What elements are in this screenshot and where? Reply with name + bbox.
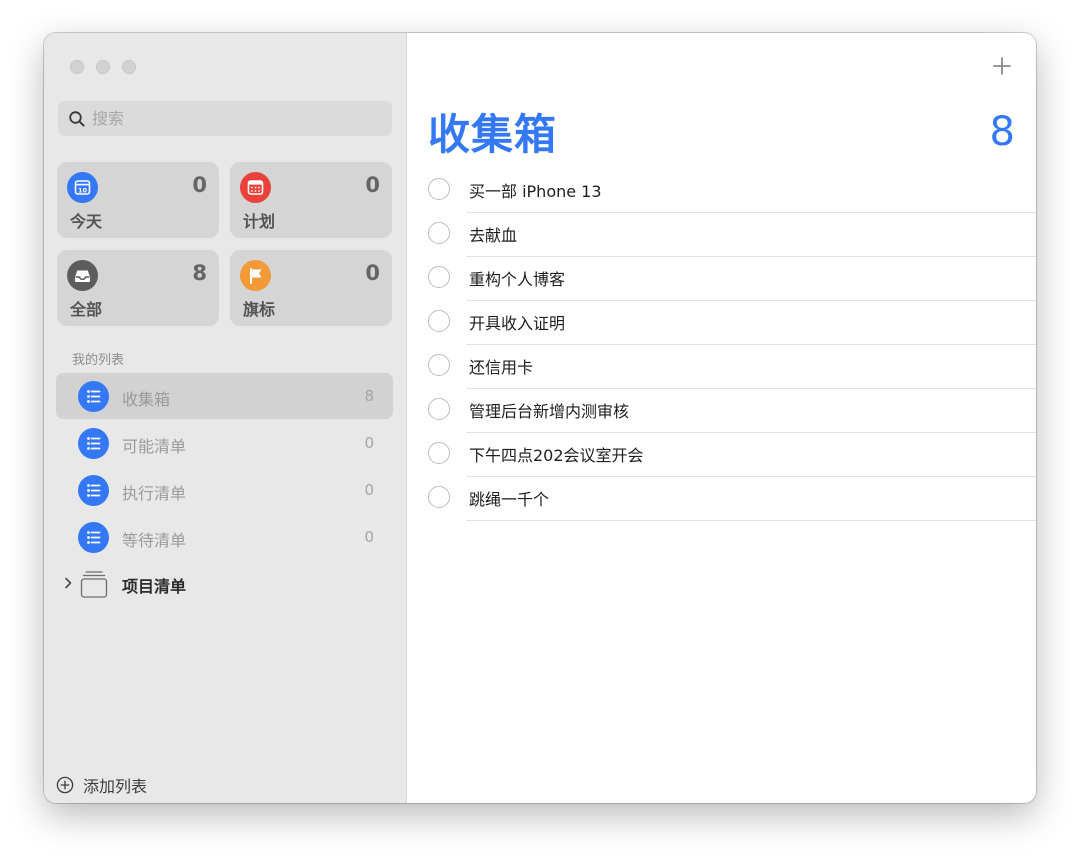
sidebar: 10 0 今天 0 计划 xyxy=(44,33,407,803)
reminder-checkbox[interactable] xyxy=(428,486,450,508)
smart-list-count: 0 xyxy=(192,173,207,197)
tray-icon xyxy=(67,260,98,291)
minimize-window-button[interactable] xyxy=(96,60,110,74)
reminder-row[interactable]: 去献血 xyxy=(407,213,1036,257)
add-reminder-button[interactable] xyxy=(991,55,1013,77)
list-item-maybe[interactable]: 可能清单 0 xyxy=(56,420,393,466)
plus-circle-icon xyxy=(56,776,74,794)
reminder-checkbox[interactable] xyxy=(428,178,450,200)
list-name: 可能清单 xyxy=(122,437,187,456)
reminder-title[interactable]: 管理后台新增内测审核 xyxy=(469,398,629,422)
reminder-title[interactable]: 去献血 xyxy=(469,222,517,246)
reminder-checkbox[interactable] xyxy=(428,222,450,244)
reminder-checkbox[interactable] xyxy=(428,398,450,420)
smart-list-all[interactable]: 8 全部 xyxy=(57,250,219,326)
reminder-checkbox[interactable] xyxy=(428,442,450,464)
smart-list-flagged[interactable]: 0 旗标 xyxy=(230,250,392,326)
list-total-count: 8 xyxy=(989,109,1015,155)
list-count: 8 xyxy=(364,387,374,405)
search-field[interactable] xyxy=(58,101,392,136)
calendar-scheduled-icon xyxy=(240,172,271,203)
smart-list-count: 0 xyxy=(365,173,380,197)
reminder-row[interactable]: 买一部 iPhone 13 xyxy=(407,169,1036,213)
chevron-right-icon[interactable] xyxy=(63,576,73,590)
smart-list-count: 0 xyxy=(365,261,380,285)
row-divider xyxy=(466,520,1036,521)
reminder-row[interactable]: 开具收入证明 xyxy=(407,301,1036,345)
reminder-title[interactable]: 开具收入证明 xyxy=(469,310,565,334)
list-bullet-icon xyxy=(78,381,109,412)
smart-list-label: 今天 xyxy=(70,212,103,231)
reminder-row[interactable]: 下午四点202会议室开会 xyxy=(407,433,1036,477)
list-name: 等待清单 xyxy=(122,531,187,550)
flag-icon xyxy=(240,260,271,291)
reminder-title[interactable]: 还信用卡 xyxy=(469,354,533,378)
reminder-row[interactable]: 还信用卡 xyxy=(407,345,1036,389)
group-name: 项目清单 xyxy=(122,577,187,596)
folder-stack-icon xyxy=(80,571,108,598)
list-group-projects[interactable]: 项目清单 xyxy=(56,561,393,607)
my-lists-section-title: 我的列表 xyxy=(72,353,125,368)
list-item-action[interactable]: 执行清单 0 xyxy=(56,467,393,513)
reminders-window: 10 0 今天 0 计划 xyxy=(44,33,1036,803)
reminder-row[interactable]: 管理后台新增内测审核 xyxy=(407,389,1036,433)
reminder-title[interactable]: 买一部 iPhone 13 xyxy=(469,178,602,202)
add-list-label: 添加列表 xyxy=(83,777,148,796)
list-bullet-icon xyxy=(78,522,109,553)
list-count: 0 xyxy=(364,434,374,452)
reminder-title[interactable]: 重构个人博客 xyxy=(469,266,565,290)
list-item-waiting[interactable]: 等待清单 0 xyxy=(56,514,393,560)
list-name: 执行清单 xyxy=(122,484,187,503)
zoom-window-button[interactable] xyxy=(122,60,136,74)
reminder-row[interactable]: 重构个人博客 xyxy=(407,257,1036,301)
reminder-checkbox[interactable] xyxy=(428,266,450,288)
reminder-row[interactable]: 跳绳一千个 xyxy=(407,477,1036,521)
reminder-title[interactable]: 跳绳一千个 xyxy=(469,486,549,510)
list-title: 收集箱 xyxy=(428,110,558,159)
smart-list-label: 全部 xyxy=(70,300,103,319)
reminders-main-pane: 收集箱 8 买一部 iPhone 13 去献血 重构个人博客 开具收入证明 还信… xyxy=(407,33,1036,803)
smart-list-count: 8 xyxy=(192,261,207,285)
list-name: 收集箱 xyxy=(122,390,171,409)
reminder-title[interactable]: 下午四点202会议室开会 xyxy=(469,442,644,466)
smart-list-label: 计划 xyxy=(243,212,276,231)
close-window-button[interactable] xyxy=(70,60,84,74)
list-bullet-icon xyxy=(78,428,109,459)
calendar-today-icon: 10 xyxy=(67,172,98,203)
smart-list-scheduled[interactable]: 0 计划 xyxy=(230,162,392,238)
reminder-checkbox[interactable] xyxy=(428,354,450,376)
smart-list-label: 旗标 xyxy=(243,300,276,319)
svg-text:10: 10 xyxy=(78,186,87,194)
list-item-inbox[interactable]: 收集箱 8 xyxy=(56,373,393,419)
search-input[interactable] xyxy=(92,106,372,130)
list-count: 0 xyxy=(364,528,374,546)
reminder-checkbox[interactable] xyxy=(428,310,450,332)
smart-list-today[interactable]: 10 0 今天 xyxy=(57,162,219,238)
search-icon xyxy=(69,111,85,127)
list-count: 0 xyxy=(364,481,374,499)
list-bullet-icon xyxy=(78,475,109,506)
